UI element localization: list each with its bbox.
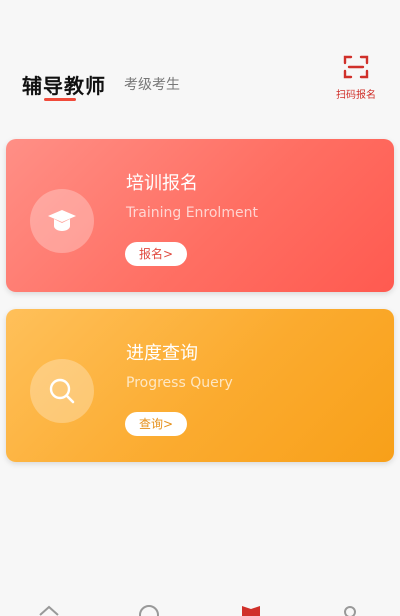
progress-query-card[interactable]: 进度查询 Progress Query 查询> <box>6 309 394 462</box>
training-card-title: 培训报名 <box>126 173 198 194</box>
query-card-title: 进度查询 <box>126 343 198 364</box>
query-card-subtitle: Progress Query <box>126 375 233 391</box>
query-button[interactable]: 查询> <box>125 412 188 436</box>
query-icon-badge <box>30 359 94 423</box>
training-enrolment-card[interactable]: 培训报名 Training Enrolment 报名> <box>6 139 394 292</box>
tab-tutor[interactable]: 辅导教师 <box>22 70 106 99</box>
scan-register-label: 扫码报名 <box>336 90 376 101</box>
training-card-subtitle: Training Enrolment <box>126 205 258 221</box>
header: 辅导教师 考级考生 扫码报名 <box>0 0 400 130</box>
search-icon <box>49 378 75 404</box>
user-icon[interactable] <box>339 604 361 616</box>
home-icon[interactable] <box>38 604 60 616</box>
bottom-nav <box>0 604 400 616</box>
tab-active-indicator <box>44 98 76 101</box>
graduation-cap-icon <box>48 210 76 231</box>
book-icon[interactable] <box>240 604 262 616</box>
scan-icon <box>343 55 369 79</box>
tab-candidate[interactable]: 考级考生 <box>124 74 180 94</box>
training-icon-badge <box>30 189 94 253</box>
scan-register-button[interactable]: 扫码报名 <box>330 54 382 110</box>
enrol-button[interactable]: 报名> <box>125 242 188 266</box>
compass-icon[interactable] <box>138 604 160 616</box>
